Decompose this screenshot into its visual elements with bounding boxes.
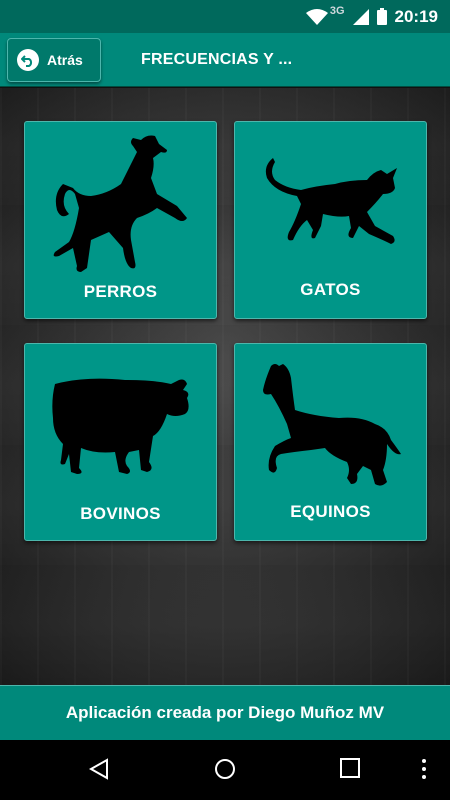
app-bar: Atrás FRECUENCIAS Y ... (0, 33, 450, 87)
back-nav-icon[interactable] (88, 758, 110, 785)
tile-label-bovinos: BOVINOS (80, 504, 161, 523)
tile-perros[interactable]: PERROS (24, 121, 217, 319)
recents-nav-icon[interactable] (340, 758, 360, 783)
content-area: PERROS GATOS BOVINOS EQUINOS (0, 88, 450, 685)
tile-bovinos[interactable]: BOVINOS (24, 343, 217, 541)
undo-arrow-icon (17, 49, 39, 71)
tile-label-perros: PERROS (83, 282, 158, 301)
network-type: 3G (329, 4, 345, 17)
back-button[interactable]: Atrás (7, 38, 101, 82)
page-title: FRECUENCIAS Y ... (141, 51, 293, 68)
status-time: 20:19 (394, 6, 438, 26)
footer-credit: Aplicación creada por Diego Muñoz MV (0, 685, 450, 740)
menu-nav-icon[interactable] (421, 759, 427, 784)
signal-icon (352, 8, 369, 25)
tile-label-gatos: GATOS (300, 280, 361, 299)
status-bar: 3G 20:19 (0, 0, 450, 33)
battery-icon (376, 8, 387, 25)
back-button-label: Atrás (47, 52, 83, 68)
navigation-bar (0, 740, 450, 800)
home-nav-icon[interactable] (214, 758, 236, 785)
tile-label-equinos: EQUINOS (290, 502, 371, 521)
tile-equinos[interactable]: EQUINOS (234, 343, 427, 541)
tile-gatos[interactable]: GATOS (234, 121, 427, 319)
wifi-icon (305, 8, 328, 25)
